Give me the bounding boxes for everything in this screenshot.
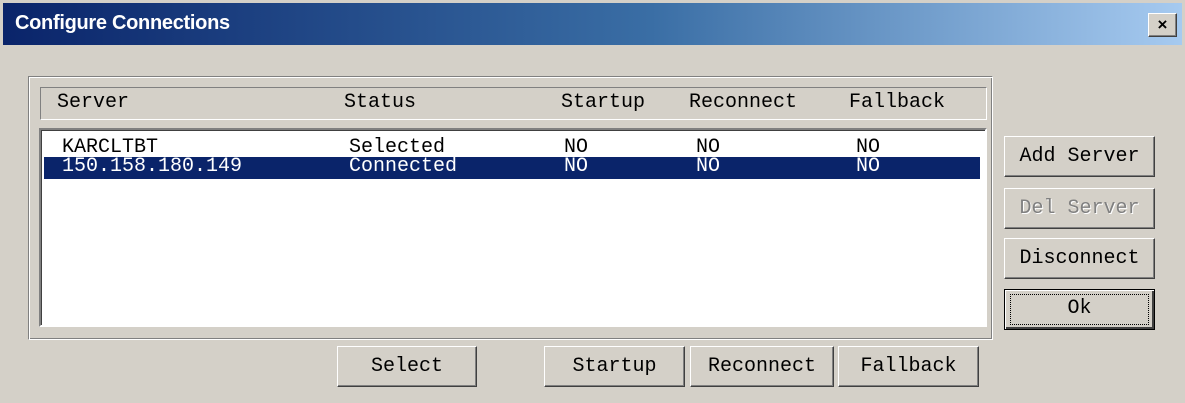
list-header: Server Status Startup Reconnect Fallback: [40, 87, 987, 120]
server-cell: 150.158.180.149: [62, 155, 243, 178]
status-cell: Connected: [349, 155, 458, 178]
server-list[interactable]: KARCLTBT Selected NO NO NO 150.158.180.1…: [39, 128, 987, 327]
startup-cell: NO: [564, 155, 589, 178]
close-icon: ×: [1157, 15, 1168, 34]
fallback-button[interactable]: Fallback: [838, 346, 979, 387]
server-row-selected[interactable]: 150.158.180.149 Connected NO NO NO: [44, 157, 980, 179]
column-header-server[interactable]: Server: [57, 90, 129, 116]
disconnect-button[interactable]: Disconnect: [1004, 238, 1155, 279]
add-server-button[interactable]: Add Server: [1004, 136, 1155, 177]
title-bar[interactable]: Configure Connections ×: [3, 3, 1182, 45]
select-button[interactable]: Select: [337, 346, 477, 387]
del-server-button[interactable]: Del Server: [1004, 188, 1155, 229]
ok-button[interactable]: Ok: [1004, 289, 1155, 330]
column-header-fallback[interactable]: Fallback: [849, 90, 945, 116]
fallback-cell: NO: [856, 155, 881, 178]
configure-connections-dialog: Configure Connections × Server Status St…: [0, 0, 1185, 403]
column-header-status[interactable]: Status: [344, 90, 416, 116]
column-header-reconnect[interactable]: Reconnect: [689, 90, 797, 116]
window-title: Configure Connections: [15, 12, 230, 34]
reconnect-cell: NO: [696, 155, 721, 178]
startup-button[interactable]: Startup: [544, 346, 685, 387]
close-button[interactable]: ×: [1148, 13, 1177, 37]
column-header-startup[interactable]: Startup: [561, 90, 645, 116]
ok-button-label: Ok: [1067, 297, 1092, 320]
reconnect-button[interactable]: Reconnect: [690, 346, 834, 387]
